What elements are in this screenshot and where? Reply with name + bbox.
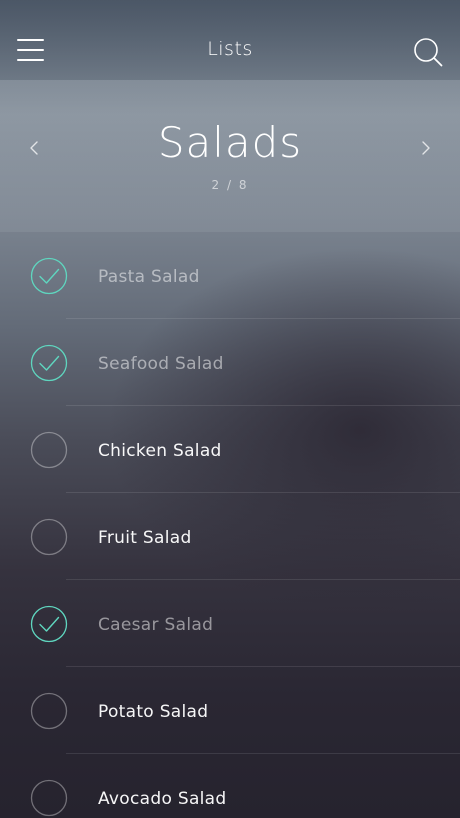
checked-circle-icon[interactable] [30,605,68,643]
list-item[interactable]: Avocado Salad [0,754,460,818]
list-item-label: Seafood Salad [98,354,224,374]
list-item[interactable]: Potato Salad [0,667,460,754]
menu-icon[interactable] [17,39,44,61]
list-item-label: Caesar Salad [98,615,214,635]
unchecked-circle-icon[interactable] [30,692,68,730]
unchecked-circle-icon[interactable] [30,518,68,556]
list-title: Salads [157,118,303,167]
list-item[interactable]: Pasta Salad [0,232,460,319]
unchecked-circle-icon[interactable] [30,431,68,469]
list-item-label: Avocado Salad [98,789,227,809]
chevron-left-icon[interactable] [22,133,46,163]
list-item[interactable]: Caesar Salad [0,580,460,667]
list-item-label: Pasta Salad [98,267,200,287]
list-header: Salads 2 / 8 [0,80,460,232]
checked-circle-icon[interactable] [30,344,68,382]
app-screen: Lists Salads 2 / 8 Pasta Salad Seafood Sa… [0,0,460,818]
unchecked-circle-icon[interactable] [30,779,68,817]
page-indicator: 2 / 8 [211,178,249,192]
app-title: Lists [207,38,253,60]
list-item[interactable]: Fruit Salad [0,493,460,580]
list-item-label: Fruit Salad [98,528,192,548]
top-bar: Lists [0,0,460,80]
checked-circle-icon[interactable] [30,257,68,295]
chevron-right-icon[interactable] [414,133,438,163]
list-item-label: Chicken Salad [98,441,222,461]
list-item[interactable]: Chicken Salad [0,406,460,493]
salad-list: Pasta Salad Seafood Salad Chicken Salad Fru… [0,232,460,818]
list-item-label: Potato Salad [98,702,209,722]
search-icon[interactable] [413,37,443,67]
list-item[interactable]: Seafood Salad [0,319,460,406]
